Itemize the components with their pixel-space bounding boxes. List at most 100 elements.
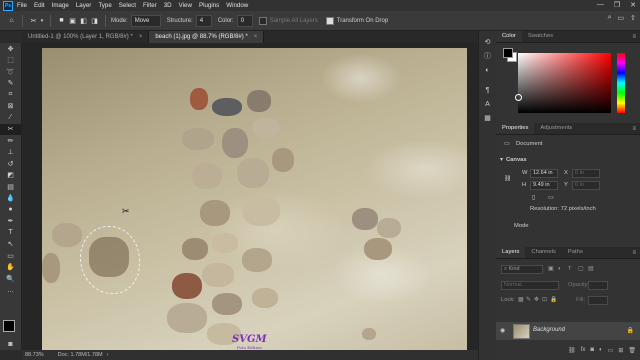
- tab-beach[interactable]: beach (1).jpg @ 88.7% (RGB/8#) * ×: [149, 31, 265, 43]
- lock-icon[interactable]: 🔒: [627, 327, 634, 334]
- eraser-tool-icon[interactable]: ◩: [0, 170, 21, 182]
- mode-dropdown[interactable]: Move: [130, 14, 161, 27]
- color-field[interactable]: 0: [236, 14, 253, 27]
- clone-stamp-tool-icon[interactable]: ⊥: [0, 147, 21, 159]
- tab-adjustments[interactable]: Adjustments: [534, 123, 578, 134]
- color-picker-marker[interactable]: [515, 94, 522, 101]
- character-icon[interactable]: A: [479, 97, 496, 111]
- quick-select-tool-icon[interactable]: ✎: [0, 78, 21, 90]
- tab-color[interactable]: Color: [496, 31, 522, 42]
- filter-pixel-icon[interactable]: ▣: [548, 266, 553, 272]
- new-layer-icon[interactable]: ⊞: [618, 347, 623, 357]
- eyedropper-tool-icon[interactable]: ⁄: [0, 112, 21, 124]
- tab-paths[interactable]: Paths: [562, 247, 589, 258]
- filter-kind-dropdown[interactable]: ⌕ Kind: [501, 265, 543, 274]
- add-selection-icon[interactable]: ▣: [67, 15, 78, 26]
- menu-filter[interactable]: Filter: [143, 2, 157, 9]
- status-menu-icon[interactable]: ›: [107, 352, 109, 358]
- beach-photo[interactable]: ✂ SVGM Foto Edition: [42, 48, 467, 350]
- lasso-selection[interactable]: [80, 226, 140, 294]
- panel-menu-icon[interactable]: ≡: [632, 250, 636, 256]
- gradient-tool-icon[interactable]: ▤: [0, 181, 21, 193]
- new-selection-icon[interactable]: ■: [56, 15, 67, 26]
- canvas-area[interactable]: ✂ SVGM Foto Edition: [22, 43, 490, 350]
- foreground-color-swatch[interactable]: [3, 320, 15, 332]
- paragraph-icon[interactable]: ¶: [479, 83, 496, 97]
- opacity-field[interactable]: [588, 281, 608, 290]
- crop-tool-icon[interactable]: ⌗: [0, 89, 21, 101]
- landscape-icon[interactable]: ▭: [548, 195, 553, 201]
- lock-all-icon[interactable]: 🔒: [550, 297, 557, 303]
- minimize-button[interactable]: —: [597, 1, 604, 9]
- transform-on-drop-checkbox[interactable]: [325, 16, 334, 25]
- menu-edit[interactable]: Edit: [34, 2, 45, 9]
- fx-icon[interactable]: fx: [581, 347, 586, 357]
- libraries-icon[interactable]: ▦: [479, 111, 496, 125]
- lock-pixels-icon[interactable]: ✎: [526, 297, 531, 303]
- tool-preset-chevron-icon[interactable]: ▾: [39, 15, 45, 26]
- zoom-level[interactable]: 88.73%: [25, 352, 44, 358]
- height-field[interactable]: 9.49 in: [530, 181, 558, 190]
- tab-channels[interactable]: Channels: [525, 247, 562, 258]
- lock-transparent-icon[interactable]: ▦: [518, 297, 523, 303]
- more-tools-icon[interactable]: …: [0, 285, 21, 297]
- canvas-chevron-icon[interactable]: ▾: [500, 157, 503, 163]
- restore-button[interactable]: ❐: [614, 1, 620, 9]
- brush-tool-icon[interactable]: ✏: [0, 135, 21, 147]
- quick-mask-icon[interactable]: ◙: [0, 339, 21, 351]
- filter-shape-icon[interactable]: ▢: [578, 266, 583, 272]
- history-brush-tool-icon[interactable]: ↺: [0, 158, 21, 170]
- delete-layer-icon[interactable]: 🗑: [628, 347, 636, 357]
- workspace-icon[interactable]: ▭: [618, 14, 625, 22]
- menu-plugins[interactable]: Plugins: [199, 2, 219, 9]
- menu-view[interactable]: View: [179, 2, 192, 9]
- adjustment-layer-icon[interactable]: ◐: [599, 347, 603, 357]
- tab-swatches[interactable]: Swatches: [522, 31, 559, 42]
- type-tool-icon[interactable]: T: [0, 227, 21, 239]
- layer-row-background[interactable]: ◉ Background 🔒: [496, 322, 640, 340]
- menu-file[interactable]: File: [17, 2, 27, 9]
- zoom-tool-icon[interactable]: 🔍: [0, 273, 21, 285]
- blend-mode-dropdown[interactable]: Normal: [501, 281, 559, 290]
- sample-all-layers-checkbox[interactable]: [258, 16, 267, 25]
- add-mask-icon[interactable]: ◙: [590, 347, 594, 357]
- eye-icon[interactable]: ◉: [500, 327, 505, 334]
- search-icon[interactable]: ⌕: [608, 14, 612, 22]
- adjust-icon[interactable]: ◐: [479, 63, 496, 77]
- subtract-selection-icon[interactable]: ◧: [78, 15, 89, 26]
- pen-tool-icon[interactable]: ✒: [0, 216, 21, 228]
- filter-type-icon[interactable]: T: [568, 266, 572, 272]
- menu-window[interactable]: Window: [226, 2, 248, 9]
- link-icon[interactable]: ⛓: [504, 176, 511, 182]
- link-layers-icon[interactable]: ⛓: [568, 347, 576, 357]
- menu-image[interactable]: Image: [52, 2, 69, 9]
- marquee-tool-icon[interactable]: ⬚: [0, 55, 21, 67]
- filter-smart-object-icon[interactable]: ▤: [588, 266, 593, 272]
- hue-slider[interactable]: [617, 53, 625, 113]
- tab-layers[interactable]: Layers: [496, 247, 526, 258]
- close-tab-icon[interactable]: ×: [254, 34, 258, 40]
- hand-tool-icon[interactable]: ✋: [0, 262, 21, 274]
- info-icon[interactable]: ⓘ: [479, 49, 496, 63]
- panel-menu-icon[interactable]: ≡: [632, 126, 636, 132]
- color-swatches[interactable]: [3, 320, 20, 337]
- close-tab-icon[interactable]: ×: [139, 34, 143, 40]
- dodge-tool-icon[interactable]: ●: [0, 204, 21, 216]
- content-aware-move-tool-icon[interactable]: ✂: [0, 123, 21, 135]
- tab-properties[interactable]: Properties: [496, 123, 535, 134]
- home-icon[interactable]: ⌂: [6, 15, 17, 26]
- color-picker-field[interactable]: [515, 53, 611, 113]
- filter-adjustment-icon[interactable]: ◐: [558, 266, 562, 272]
- panel-menu-icon[interactable]: ≡: [632, 34, 636, 40]
- share-icon[interactable]: ⇧: [630, 14, 636, 22]
- new-group-icon[interactable]: ▭: [608, 347, 614, 357]
- width-field[interactable]: 12.64 in: [530, 169, 558, 178]
- lock-position-icon[interactable]: ✥: [534, 297, 539, 303]
- y-field[interactable]: 0 in: [572, 181, 600, 190]
- move-tool-icon[interactable]: ✥: [0, 43, 21, 55]
- menu-layer[interactable]: Layer: [76, 2, 91, 9]
- frame-tool-icon[interactable]: ⊠: [0, 101, 21, 113]
- content-aware-move-tool-icon[interactable]: ✂: [28, 15, 39, 26]
- history-icon[interactable]: ⟲: [479, 35, 496, 49]
- blur-tool-icon[interactable]: 💧: [0, 193, 21, 205]
